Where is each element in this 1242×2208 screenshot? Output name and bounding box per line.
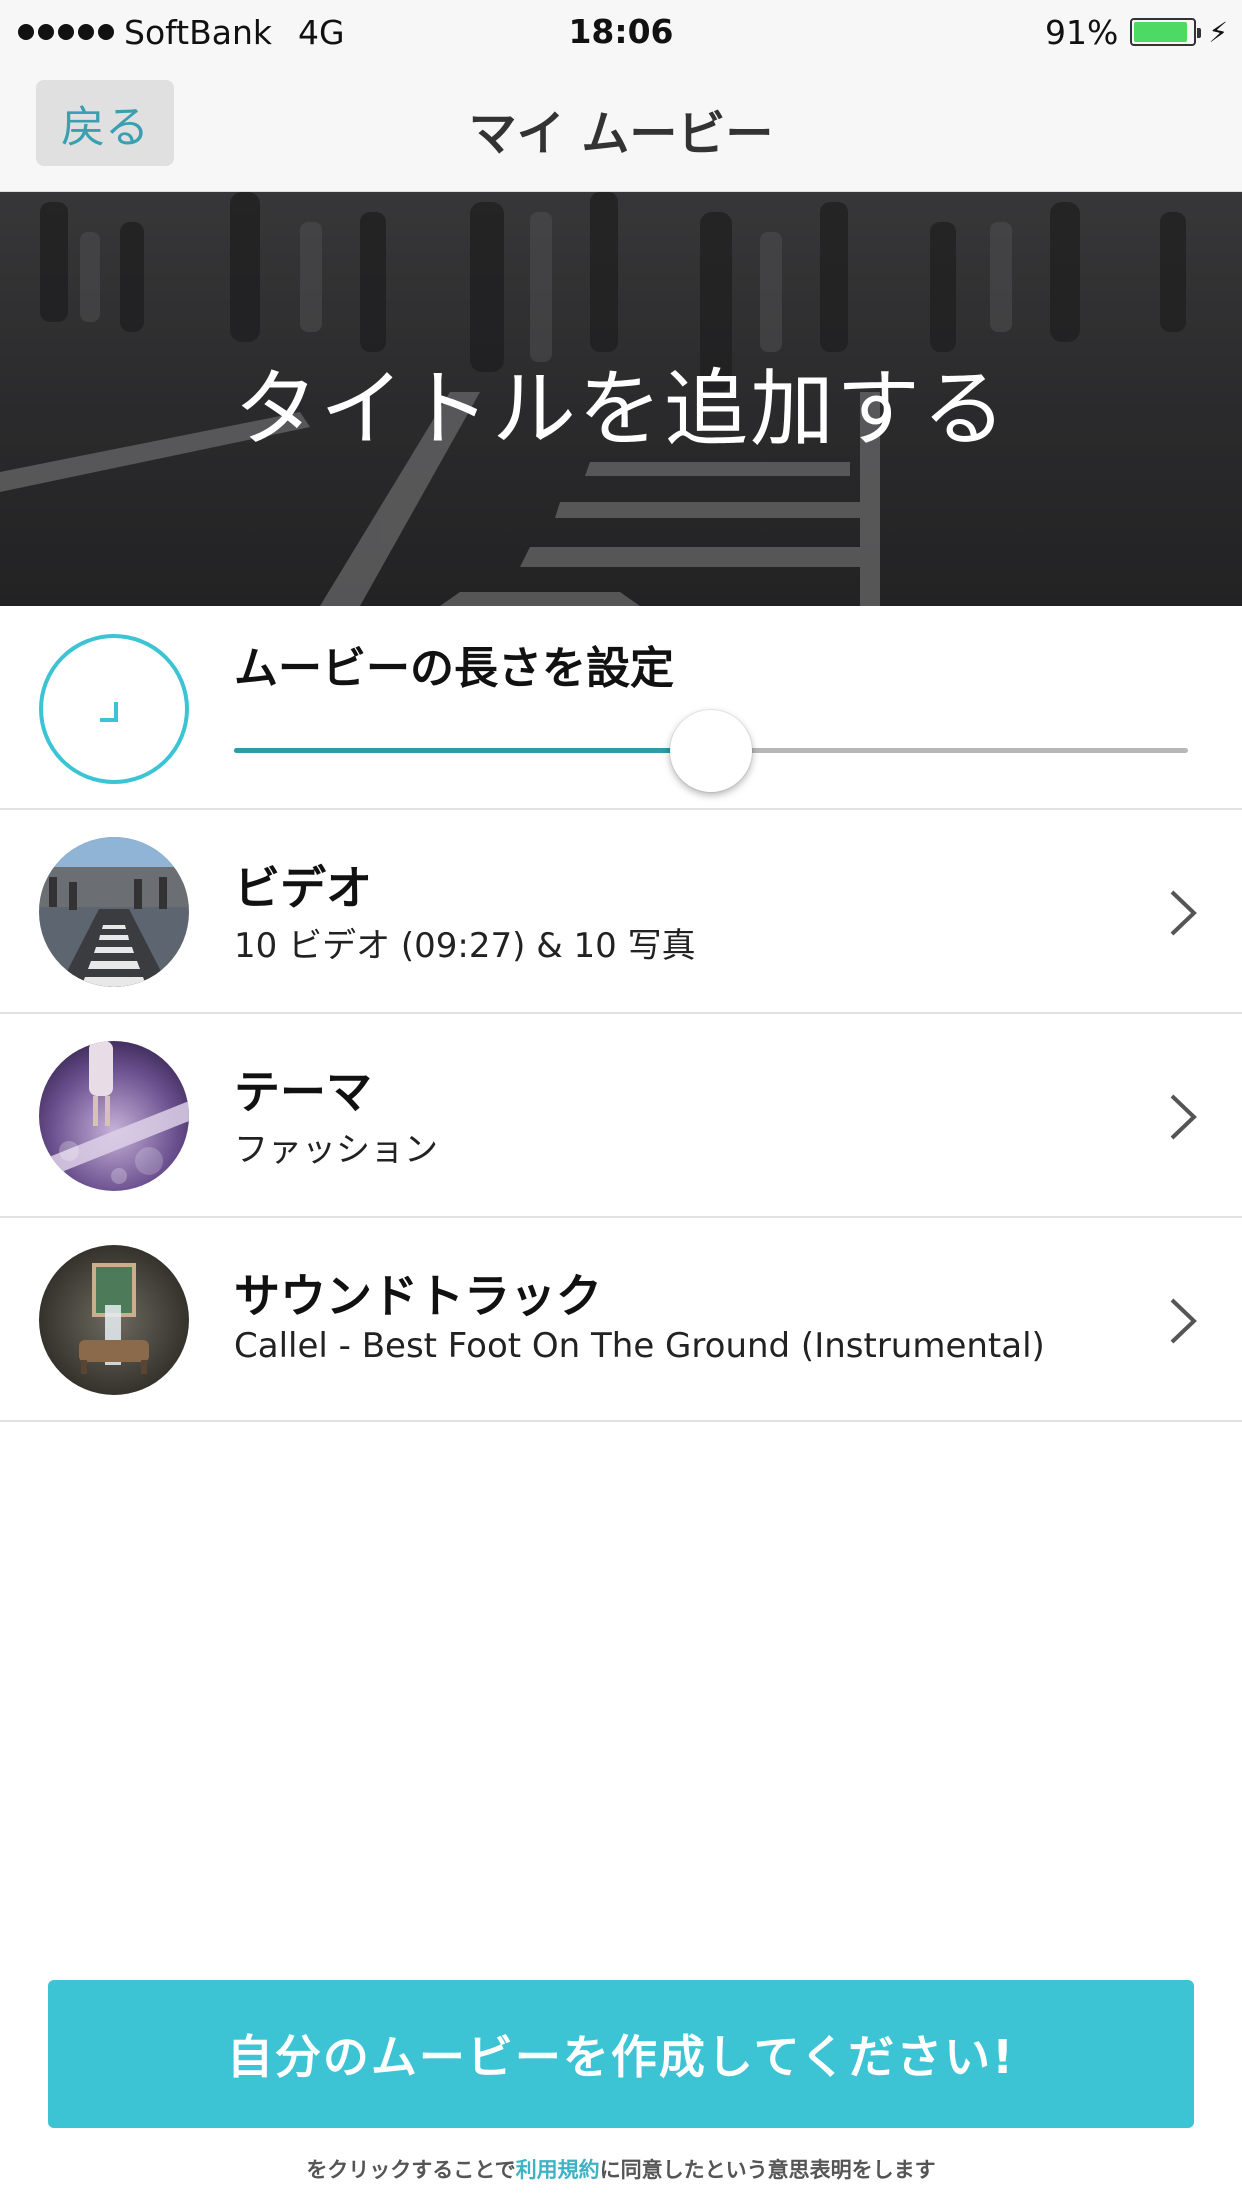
status-bar: SoftBank 4G 18:06 91% ⚡: [0, 0, 1242, 64]
terms-text-after: に同意したという意思表明をします: [599, 2158, 936, 2182]
chevron-right-icon: [1170, 890, 1197, 936]
soundtrack-row-title: サウンドトラック: [234, 1269, 602, 1323]
battery-fill: [1134, 22, 1188, 42]
theme-thumbnail: [39, 1041, 189, 1191]
hero-title: タイトルを追加する: [233, 360, 1008, 458]
video-row-title: ビデオ: [234, 861, 372, 915]
slider-thumb[interactable]: [670, 710, 752, 792]
theme-row-title: テーマ: [234, 1065, 372, 1119]
terms-notice: をクリックすることで利用規約に同意したという意思表明をします: [0, 2154, 1242, 2184]
chevron-right-icon: [1170, 1094, 1197, 1140]
battery-icon: [1130, 18, 1202, 46]
movie-length-row: ムービーの長さを設定: [0, 606, 1242, 810]
list-item-soundtrack[interactable]: サウンドトラック Callel - Best Foot On The Groun…: [0, 1218, 1242, 1422]
terms-of-use-link[interactable]: 利用規約: [516, 2158, 600, 2182]
status-right: 91% ⚡: [1045, 12, 1228, 52]
theme-row-subtitle: ファッション: [234, 1130, 438, 1170]
slider-fill: [234, 748, 711, 753]
page-title: マイ ムービー: [468, 106, 774, 162]
video-thumbnail: [39, 837, 189, 987]
list-item-video[interactable]: ビデオ 10 ビデオ (09:27) & 10 写真: [0, 810, 1242, 1014]
soundtrack-album-art: [39, 1245, 189, 1395]
chevron-right-icon: [1170, 1298, 1197, 1344]
video-row-subtitle: 10 ビデオ (09:27) & 10 写真: [234, 926, 696, 966]
create-movie-button[interactable]: 自分のムービーを作成してください!: [48, 1980, 1194, 2128]
soundtrack-row-subtitle: Callel - Best Foot On The Ground (Instru…: [234, 1326, 1045, 1366]
movie-length-label: ムービーの長さを設定: [234, 643, 674, 694]
clock-icon: [39, 634, 189, 784]
hero-title-area[interactable]: タイトルを追加する: [0, 192, 1242, 606]
terms-text-before: をクリックすることで: [306, 2158, 516, 2182]
charging-bolt-icon: ⚡: [1208, 15, 1228, 49]
navigation-bar: 戻る マイ ムービー: [0, 64, 1242, 192]
battery-percent: 91%: [1044, 12, 1119, 52]
list-item-theme[interactable]: テーマ ファッション: [0, 1014, 1242, 1218]
movie-length-slider[interactable]: [234, 710, 1188, 792]
